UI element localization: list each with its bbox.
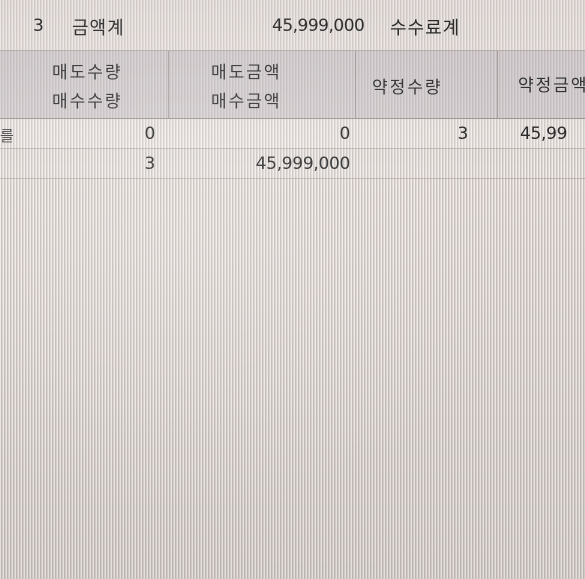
amount-total-label: 금액계	[72, 18, 125, 39]
column-separator[interactable]	[497, 51, 498, 118]
header-buy-amount[interactable]: 매수금액	[211, 87, 282, 112]
table-row[interactable]: 를 0 0 3 45,99	[0, 119, 585, 149]
summary-count: 3	[33, 16, 44, 36]
column-separator[interactable]	[168, 51, 169, 118]
fee-total-label: 수수료계	[390, 18, 461, 39]
header-buy-quantity[interactable]: 매수수량	[52, 87, 123, 112]
grid-header: 매도수량 매수수량 매도금액 매수금액 약정수량 약정금액	[0, 51, 585, 119]
summary-bar: 3 금액계 45,999,000 수수료계	[0, 0, 585, 51]
cell-buy-quantity: 3	[144, 154, 155, 174]
column-separator[interactable]	[355, 51, 356, 118]
header-trade-amount[interactable]: 약정금액	[518, 71, 585, 96]
table-row[interactable]: 3 45,999,000	[0, 149, 585, 179]
cell-trade-quantity: 3	[457, 124, 468, 144]
cell-sell-quantity: 0	[144, 124, 155, 144]
header-trade-quantity[interactable]: 약정수량	[372, 73, 443, 98]
row-marker: 를	[0, 127, 14, 145]
amount-total-value: 45,999,000	[272, 16, 365, 36]
header-sell-quantity[interactable]: 매도수량	[52, 58, 123, 83]
cell-trade-amount: 45,99	[520, 124, 568, 144]
cell-buy-amount: 45,999,000	[255, 154, 351, 174]
cell-sell-amount: 0	[339, 124, 350, 144]
header-sell-amount[interactable]: 매도금액	[211, 58, 282, 83]
